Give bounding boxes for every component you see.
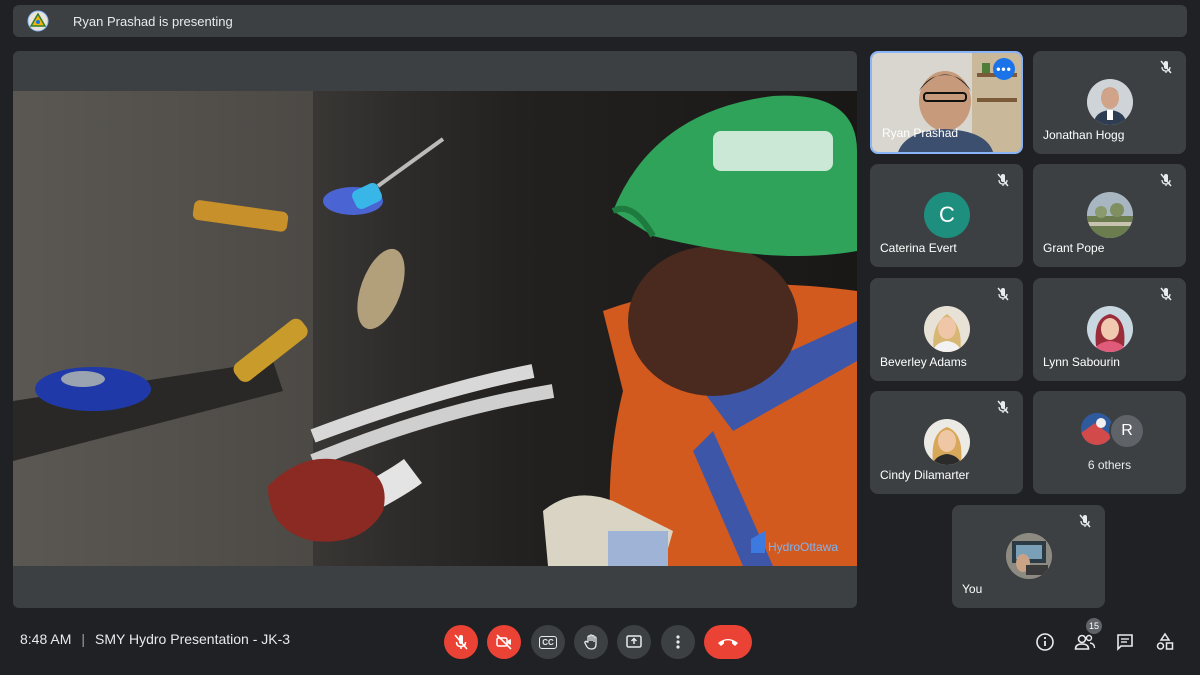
presenting-banner: Ryan Prashad is presenting <box>13 5 1187 37</box>
participant-tile-lynn-sabourin[interactable]: Lynn Sabourin <box>1033 278 1186 381</box>
meeting-info: 8:48 AM | SMY Hydro Presentation - JK-3 <box>20 631 290 647</box>
watermark-text: HydroOttawa <box>768 540 838 554</box>
mic-off-icon <box>1158 286 1174 302</box>
participant-tile-cindy-dilamarter[interactable]: Cindy Dilamarter <box>870 391 1023 494</box>
mic-off-icon <box>995 399 1011 415</box>
participant-tile-beverley-adams[interactable]: Beverley Adams <box>870 278 1023 381</box>
others-count-label: 6 others <box>1087 458 1132 472</box>
shared-video: HydroOttawa <box>13 91 857 566</box>
info-icon <box>1036 633 1054 651</box>
participant-tile-jonathan-hogg[interactable]: Jonathan Hogg <box>1033 51 1186 154</box>
captions-button[interactable]: CC <box>531 625 565 659</box>
chat-button[interactable] <box>1113 630 1137 654</box>
mic-off-icon <box>454 634 468 650</box>
presentation-stage[interactable]: HydroOttawa <box>13 51 857 608</box>
participant-name: Cindy Dilamarter <box>880 468 970 482</box>
mic-off-icon <box>1077 513 1093 529</box>
avatar <box>1087 192 1133 238</box>
avatar <box>1087 79 1133 125</box>
avatar: R <box>1109 413 1145 449</box>
avatar <box>924 306 970 352</box>
participant-name: Beverley Adams <box>880 355 967 369</box>
presenter-logo-icon <box>27 10 49 32</box>
end-call-button[interactable] <box>704 625 752 659</box>
more-vert-icon <box>676 635 680 649</box>
participant-tile-grant-pope[interactable]: Grant Pope <box>1033 164 1186 267</box>
present-screen-icon <box>626 635 642 648</box>
meeting-details-button[interactable] <box>1033 630 1057 654</box>
captions-icon: CC <box>539 635 557 649</box>
avatar <box>924 419 970 465</box>
mic-toggle-button[interactable] <box>444 625 478 659</box>
activities-icon <box>1156 632 1174 650</box>
present-screen-button[interactable] <box>617 625 651 659</box>
participant-name: Jonathan Hogg <box>1043 128 1125 142</box>
camera-toggle-button[interactable] <box>487 625 521 659</box>
participant-name: You <box>962 582 983 596</box>
meeting-time: 8:48 AM <box>20 631 72 647</box>
participant-tile-others[interactable]: R 6 others <box>1033 391 1186 494</box>
avatar <box>1006 533 1052 579</box>
raise-hand-button[interactable] <box>574 625 608 659</box>
end-call-icon <box>718 639 738 646</box>
people-count-badge: 15 <box>1086 618 1102 634</box>
participant-name: Lynn Sabourin <box>1043 355 1120 369</box>
meeting-title: SMY Hydro Presentation - JK-3 <box>95 631 291 647</box>
activities-button[interactable] <box>1153 630 1177 654</box>
separator: | <box>81 631 86 647</box>
raise-hand-icon <box>584 634 597 650</box>
more-options-icon[interactable]: ••• <box>993 58 1015 80</box>
mic-off-icon <box>995 172 1011 188</box>
avatar <box>1087 306 1133 352</box>
participant-tile-you[interactable]: You <box>952 505 1105 608</box>
mic-off-icon <box>1158 172 1174 188</box>
mic-off-icon <box>1158 59 1174 75</box>
people-icon <box>1074 634 1096 650</box>
chat-icon <box>1117 634 1133 651</box>
presenting-text: Ryan Prashad is presenting <box>73 13 233 29</box>
participant-name: Ryan Prashad <box>882 126 959 140</box>
participant-name: Grant Pope <box>1043 241 1105 255</box>
avatar: C <box>924 192 970 238</box>
participant-tile-caterina-evert[interactable]: C Caterina Evert <box>870 164 1023 267</box>
more-options-button[interactable] <box>661 625 695 659</box>
participant-tile-ryan-prashad[interactable]: ••• Ryan Prashad <box>870 51 1023 154</box>
mic-off-icon <box>995 286 1011 302</box>
camera-off-icon <box>496 634 512 650</box>
participant-name: Caterina Evert <box>880 241 957 255</box>
